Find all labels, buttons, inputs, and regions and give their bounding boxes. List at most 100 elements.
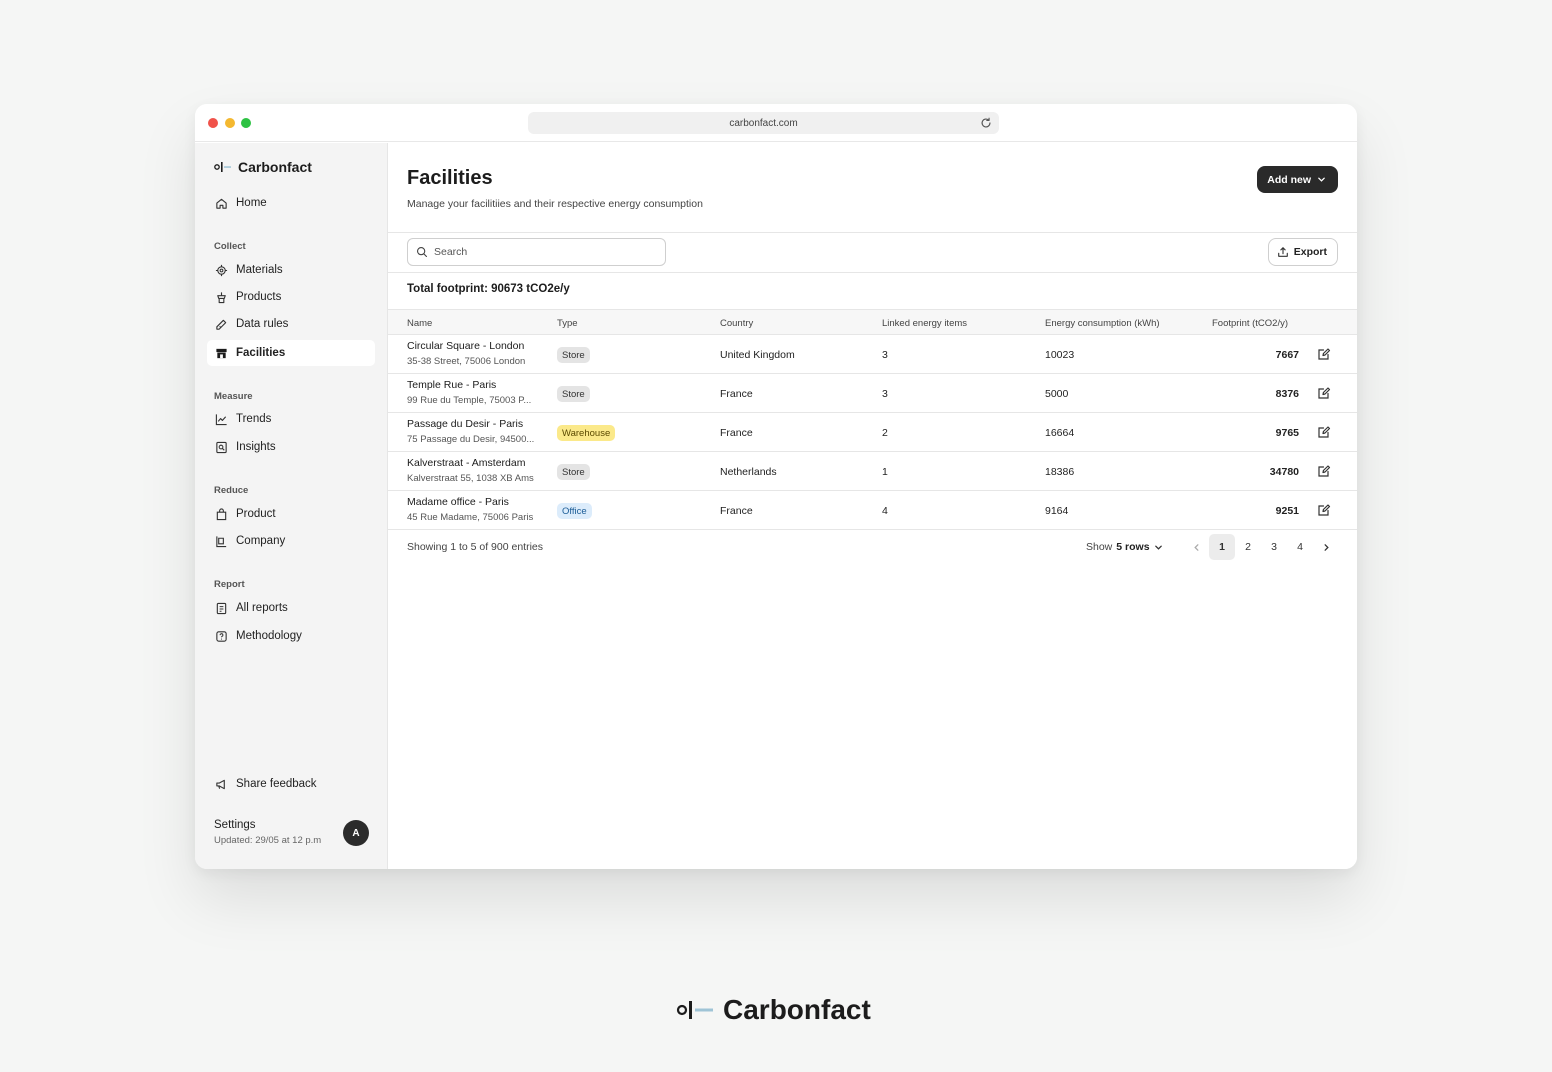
- search-input[interactable]: [434, 246, 634, 258]
- add-new-button[interactable]: Add new: [1257, 166, 1338, 193]
- main-content: Facilities Manage your facilitiies and t…: [388, 143, 1357, 869]
- section-label-report: Report: [214, 579, 245, 590]
- upload-icon: [1277, 247, 1288, 257]
- column-header-footprint[interactable]: Footprint (tCO2/y): [1212, 318, 1288, 329]
- section-label-collect: Collect: [214, 241, 246, 252]
- settings-link[interactable]: Settings Updated: 29/05 at 12 p.m: [214, 819, 321, 846]
- sidebar-item-product[interactable]: Product: [207, 501, 375, 527]
- export-label: Export: [1293, 246, 1327, 258]
- energy-cell: 18386: [1045, 466, 1075, 478]
- sidebar-item-products[interactable]: Products: [207, 284, 375, 310]
- facility-name[interactable]: Kalverstraat - Amsterdam: [407, 457, 547, 469]
- trend-icon: [214, 412, 228, 426]
- facility-address: 35-38 Street, 75006 London: [407, 356, 526, 367]
- address-bar[interactable]: carbonfact.com: [528, 112, 999, 134]
- linked-items-cell: 3: [882, 349, 888, 361]
- reload-icon[interactable]: [979, 116, 993, 130]
- chevron-left-icon: [1193, 543, 1198, 551]
- edit-icon[interactable]: [1317, 347, 1331, 361]
- entries-info: Showing 1 to 5 of 900 entries: [407, 541, 544, 553]
- export-button[interactable]: Export: [1267, 238, 1338, 266]
- facility-name[interactable]: Passage du Desir - Paris: [407, 418, 547, 430]
- page-button-3[interactable]: 3: [1261, 534, 1287, 560]
- chevron-right-icon: [1324, 543, 1329, 551]
- table-row[interactable]: Madame office - Paris 45 Rue Madame, 750…: [388, 491, 1357, 530]
- bag-icon: [214, 507, 228, 521]
- megaphone-icon: [214, 777, 228, 791]
- table-row[interactable]: Kalverstraat - Amsterdam Kalverstraat 55…: [388, 452, 1357, 491]
- facility-address: Kalverstraat 55, 1038 XB Ams: [407, 473, 534, 484]
- minimize-window-button[interactable]: [225, 118, 235, 128]
- sidebar-item-insights[interactable]: Insights: [207, 434, 375, 460]
- column-header-linked-energy[interactable]: Linked energy items: [882, 318, 967, 329]
- settings-label: Settings: [214, 819, 256, 831]
- product-icon: [214, 290, 228, 304]
- facility-address: 45 Rue Madame, 75006 Paris: [407, 512, 534, 523]
- sidebar-item-facilities[interactable]: Facilities: [207, 340, 375, 366]
- edit-icon[interactable]: [1317, 464, 1331, 478]
- linked-items-cell: 1: [882, 466, 888, 478]
- sidebar-item-company[interactable]: Company: [207, 528, 375, 554]
- browser-window: carbonfact.com Carbonfact Home Collect M…: [195, 104, 1357, 869]
- facility-address: 75 Passage du Desir, 94500...: [407, 434, 535, 445]
- page-subtitle: Manage your facilitiies and their respec…: [407, 198, 703, 210]
- sidebar-item-label: Home: [236, 197, 267, 209]
- carbonfact-logo-icon: [676, 1001, 713, 1019]
- total-footprint: Total footprint: 90673 tCO2e/y: [407, 283, 570, 295]
- sidebar-item-data-rules[interactable]: Data rules: [207, 311, 375, 337]
- edit-icon[interactable]: [1317, 503, 1331, 517]
- next-page-button[interactable]: [1313, 534, 1339, 560]
- column-header-energy-consumption[interactable]: Energy consumption (kWh): [1045, 318, 1160, 329]
- sidebar-item-label: All reports: [236, 602, 288, 614]
- facility-name-cell: Madame office - Paris 45 Rue Madame, 750…: [407, 496, 547, 523]
- section-label-measure: Measure: [214, 391, 253, 402]
- brand-logo[interactable]: Carbonfact: [214, 159, 312, 175]
- sidebar-item-label: Products: [236, 291, 282, 303]
- search-field[interactable]: [407, 238, 666, 266]
- maximize-window-button[interactable]: [241, 118, 251, 128]
- sidebar-item-label: Facilities: [236, 347, 286, 359]
- carbonfact-logo-icon: [214, 162, 231, 172]
- rows-per-page-select[interactable]: Show 5 rows: [1086, 541, 1163, 553]
- previous-page-button[interactable]: [1183, 534, 1209, 560]
- sidebar-item-all-reports[interactable]: All reports: [207, 595, 375, 621]
- sidebar-item-methodology[interactable]: Methodology: [207, 623, 375, 649]
- brand-name: Carbonfact: [238, 159, 312, 175]
- table-row[interactable]: Temple Rue - Paris 99 Rue du Temple, 750…: [388, 374, 1357, 413]
- page-button-4[interactable]: 4: [1287, 534, 1313, 560]
- column-header-name[interactable]: Name: [407, 318, 432, 329]
- page-button-1[interactable]: 1: [1209, 534, 1235, 560]
- facility-name-cell: Passage du Desir - Paris 75 Passage du D…: [407, 418, 547, 445]
- edit-icon[interactable]: [1317, 425, 1331, 439]
- close-window-button[interactable]: [208, 118, 218, 128]
- show-label: Show: [1086, 541, 1113, 553]
- sidebar-item-materials[interactable]: Materials: [207, 257, 375, 283]
- sidebar-item-label: Company: [236, 535, 286, 547]
- country-cell: Netherlands: [720, 466, 777, 478]
- energy-cell: 10023: [1045, 349, 1075, 361]
- facility-name-cell: Circular Square - London 35-38 Street, 7…: [407, 340, 547, 367]
- facility-name[interactable]: Madame office - Paris: [407, 496, 547, 508]
- footprint-cell: 34780: [1269, 466, 1299, 478]
- help-icon: [214, 629, 228, 643]
- country-cell: France: [720, 427, 753, 439]
- page-button-2[interactable]: 2: [1235, 534, 1261, 560]
- page-title: Facilities: [407, 167, 493, 189]
- table-row[interactable]: Circular Square - London 35-38 Street, 7…: [388, 335, 1357, 374]
- toolbar-divider: [388, 272, 1357, 273]
- share-feedback-button[interactable]: Share feedback: [207, 771, 375, 797]
- column-header-country[interactable]: Country: [720, 318, 753, 329]
- facility-name[interactable]: Circular Square - London: [407, 340, 547, 352]
- type-badge: Store: [557, 464, 590, 480]
- avatar[interactable]: A: [343, 820, 369, 846]
- sidebar-item-trends[interactable]: Trends: [207, 406, 375, 432]
- facility-name[interactable]: Temple Rue - Paris: [407, 379, 547, 391]
- table-row[interactable]: Passage du Desir - Paris 75 Passage du D…: [388, 413, 1357, 452]
- sidebar-item-home[interactable]: Home: [207, 190, 375, 216]
- column-header-type[interactable]: Type: [557, 318, 578, 329]
- edit-icon[interactable]: [1317, 386, 1331, 400]
- country-cell: France: [720, 388, 753, 400]
- type-badge: Store: [557, 386, 590, 402]
- rows-value: 5 rows: [1116, 541, 1150, 553]
- sidebar-item-label: Methodology: [236, 630, 302, 642]
